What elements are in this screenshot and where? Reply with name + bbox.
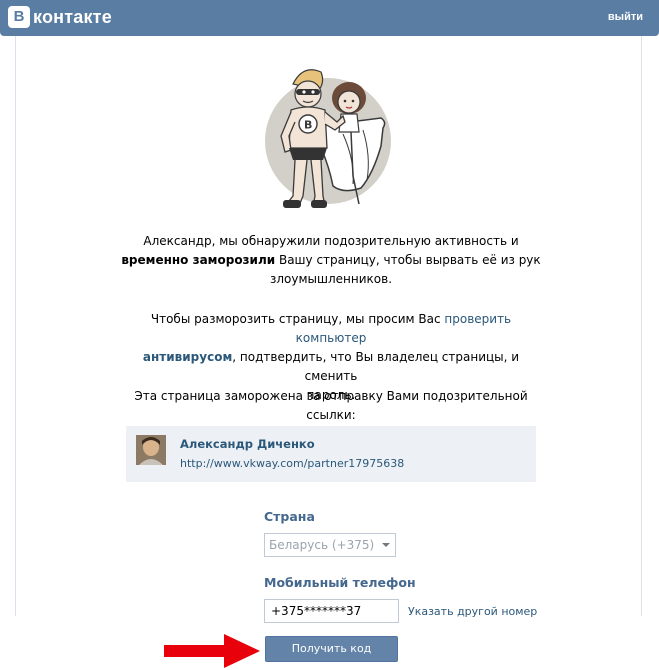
vk-logo-text: контакте — [33, 6, 112, 27]
post-url-link[interactable]: http://www.vkway.com/partner17975638 — [180, 457, 404, 470]
phone-input[interactable]: +375*******37 — [264, 599, 399, 623]
phone-label: Мобильный телефон — [264, 575, 416, 590]
chevron-down-icon — [382, 543, 390, 547]
message-line-3: злоумышленников. — [269, 272, 393, 286]
instructions-line-2: антивирусом, подтвердить, что Вы владеле… — [116, 348, 546, 386]
suspicious-link-notice: Эта страница заморожена за отправку Вами… — [134, 389, 528, 422]
change-number-link[interactable]: Указать другой номер — [408, 605, 537, 618]
top-bar: B контакте выйти — [0, 0, 659, 36]
suspicious-post: Александр Диченко http://www.vkway.com/p… — [126, 426, 536, 482]
country-label: Страна — [264, 509, 315, 524]
instructions-line-1: Чтобы разморозить страницу, мы просим Ва… — [116, 310, 546, 348]
vk-logo-icon: B — [8, 6, 30, 28]
instructions-text: Чтобы разморозить страницу, мы просим Ва… — [150, 312, 445, 326]
red-arrow-icon — [164, 634, 260, 668]
country-select-value: Беларусь (+375) — [269, 538, 375, 552]
instructions-text-2: , подтвердить, что Вы владелец страницы,… — [232, 350, 520, 383]
avatar-photo — [136, 435, 166, 465]
avatar[interactable] — [136, 435, 166, 465]
vk-logo[interactable]: B контакте — [8, 6, 112, 28]
frozen-page-panel: B Александр, мы обнаружили подозрительну… — [15, 36, 642, 662]
svg-text:B: B — [304, 119, 312, 132]
message-line-2-rest: Вашу страницу, чтобы вырвать её из рук — [275, 253, 541, 267]
antivirus-link[interactable]: антивирусом — [143, 350, 232, 364]
message-line-2: временно заморозили Вашу страницу, чтобы… — [116, 251, 546, 270]
post-author-name[interactable]: Александр Диченко — [180, 437, 315, 451]
superhero-illustration: B — [265, 69, 391, 208]
logout-link[interactable]: выйти — [608, 11, 643, 23]
freeze-message: Александр, мы обнаружили подозрительную … — [116, 232, 546, 289]
country-select[interactable]: Беларусь (+375) — [264, 533, 396, 557]
get-code-button[interactable]: Получить код — [265, 636, 398, 662]
message-bold-frozen: временно заморозили — [121, 253, 276, 267]
message-line-1: Александр, мы обнаружили подозрительную … — [143, 234, 519, 248]
